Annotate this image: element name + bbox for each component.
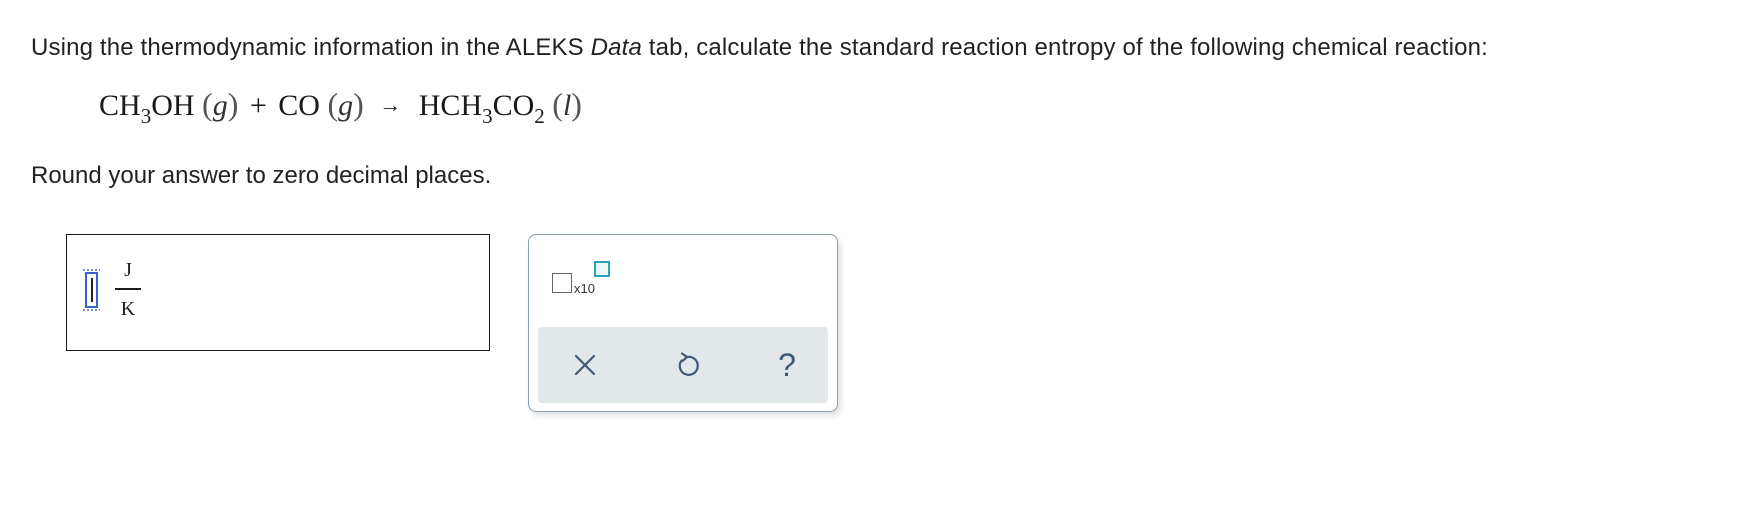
undo-button[interactable]	[665, 343, 709, 387]
plus-sign: +	[249, 89, 267, 122]
question-text-after: tab, calculate the standard reaction ent…	[641, 34, 1488, 61]
help-icon: ?	[778, 346, 796, 383]
clear-button[interactable]	[563, 343, 607, 387]
fraction-bar	[115, 288, 141, 290]
text-cursor	[91, 278, 93, 302]
reactant-co-state: g	[338, 89, 354, 122]
action-bar: ?	[538, 327, 828, 403]
reactant-methanol-part1: CH	[99, 89, 141, 122]
answer-value-slot[interactable]	[83, 269, 100, 311]
reactant-methanol-part2: OH	[151, 89, 195, 122]
product-part2: CO	[492, 89, 535, 122]
help-button[interactable]: ?	[765, 343, 809, 387]
product-acetic-acid: HCH3CO2	[418, 89, 545, 127]
reactant-co: CO	[278, 89, 320, 122]
sci-exponent-box-icon	[594, 261, 610, 277]
data-tab-reference: Data	[590, 34, 642, 61]
answer-input-area[interactable]: J K	[66, 234, 490, 351]
close-icon	[574, 354, 596, 376]
product-part1: HCH	[418, 89, 483, 122]
reactant-methanol-subscript: 3	[140, 104, 152, 128]
product-subscript2: 2	[534, 104, 545, 128]
sci-base-box-icon	[552, 273, 572, 293]
reaction-arrow: →	[379, 92, 402, 117]
scientific-notation-button[interactable]: x10	[552, 261, 616, 301]
math-tools-panel: x10 ?	[528, 234, 838, 412]
reactant-methanol: CH3OH	[99, 89, 195, 127]
chemical-equation: CH3OH (g) + CO (g) → HCH3CO2 (l)	[99, 86, 582, 128]
product-subscript1: 3	[482, 104, 493, 128]
rounding-instruction: Round your answer to zero decimal places…	[31, 162, 492, 189]
unit-fraction: J K	[115, 259, 141, 320]
reactant-methanol-state: g	[212, 89, 228, 122]
question-text-before: Using the thermodynamic information in t…	[31, 34, 591, 61]
question-prompt: Using the thermodynamic information in t…	[31, 33, 1488, 63]
unit-numerator: J	[124, 259, 132, 281]
unit-denominator: K	[120, 297, 136, 320]
undo-icon	[678, 352, 699, 376]
sci-x10-label: x10	[574, 281, 595, 296]
